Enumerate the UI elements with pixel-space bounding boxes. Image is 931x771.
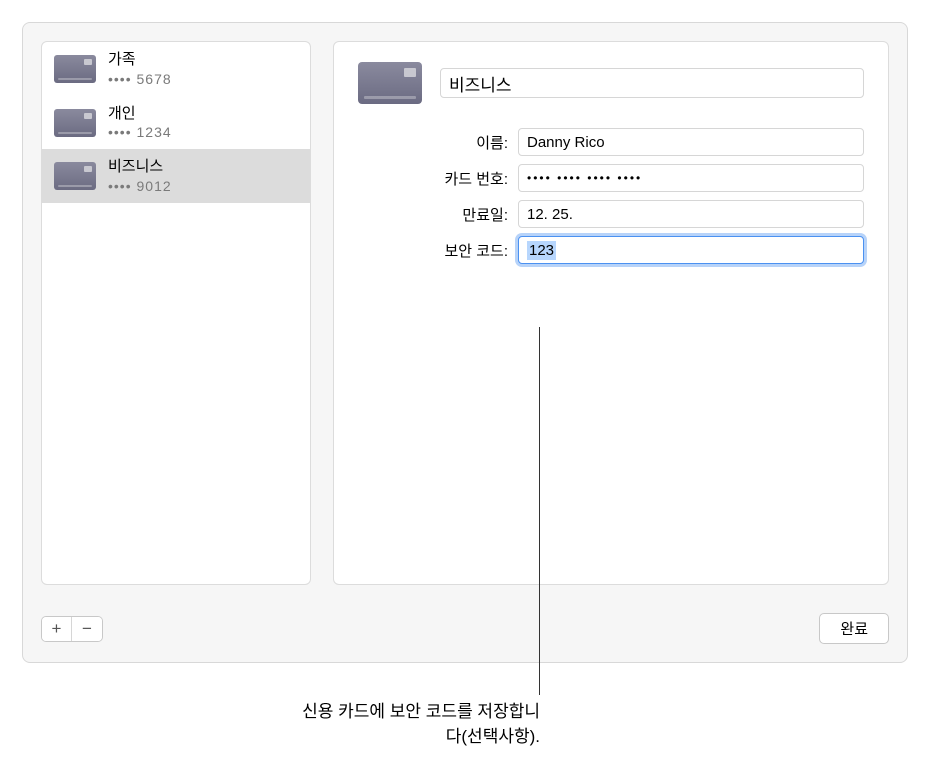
card-number-label: 카드 번호: [358,168,508,189]
card-name-label: 가족 [108,50,172,70]
main-area: 가족 •••• 5678 개인 •••• 1234 비즈니스 •••• [23,23,907,603]
card-title-input[interactable] [440,68,864,98]
add-remove-group: + − [41,616,103,642]
minus-icon: − [82,619,92,639]
card-info: 가족 •••• 5678 [108,50,172,88]
preferences-window: 가족 •••• 5678 개인 •••• 1234 비즈니스 •••• [22,22,908,663]
expiry-label: 만료일: [358,204,508,225]
security-input[interactable]: 123 [518,236,864,264]
card-detail-panel: 이름: 카드 번호: 만료일: 보안 코드: 123 [333,41,889,585]
card-info: 개인 •••• 1234 [108,104,172,142]
card-last4-label: •••• 5678 [108,70,172,88]
card-last4-label: •••• 1234 [108,123,172,141]
card-item-family[interactable]: 가족 •••• 5678 [42,42,310,96]
row-card-number: 카드 번호: [358,164,864,192]
row-expiry: 만료일: [358,200,864,228]
done-label: 완료 [840,621,868,638]
card-name-label: 개인 [108,104,172,124]
form-rows: 이름: 카드 번호: 만료일: 보안 코드: 123 [358,128,864,264]
row-security: 보안 코드: 123 [358,236,864,264]
callout-line [539,327,540,695]
card-last4-label: •••• 9012 [108,177,172,195]
add-button[interactable]: + [42,617,72,641]
card-item-business[interactable]: 비즈니스 •••• 9012 [42,149,310,203]
card-info: 비즈니스 •••• 9012 [108,157,172,195]
card-item-personal[interactable]: 개인 •••• 1234 [42,96,310,150]
name-label: 이름: [358,132,508,153]
done-button[interactable]: 완료 [819,613,889,644]
expiry-input[interactable] [518,200,864,228]
plus-icon: + [52,619,62,639]
card-name-label: 비즈니스 [108,157,172,177]
detail-header [358,62,864,104]
remove-button[interactable]: − [72,617,102,641]
card-list: 가족 •••• 5678 개인 •••• 1234 비즈니스 •••• [42,42,310,584]
credit-card-icon [54,55,96,83]
card-number-input[interactable] [518,164,864,192]
callout-text: 신용 카드에 보안 코드를 저장합니다(선택사항). [290,700,540,749]
credit-card-icon [54,109,96,137]
credit-card-icon [358,62,422,104]
security-value: 123 [527,241,556,260]
credit-card-icon [54,162,96,190]
card-sidebar: 가족 •••• 5678 개인 •••• 1234 비즈니스 •••• [41,41,311,585]
row-name: 이름: [358,128,864,156]
bottom-bar: + − 완료 [23,603,907,662]
name-input[interactable] [518,128,864,156]
security-label: 보안 코드: [358,240,508,261]
